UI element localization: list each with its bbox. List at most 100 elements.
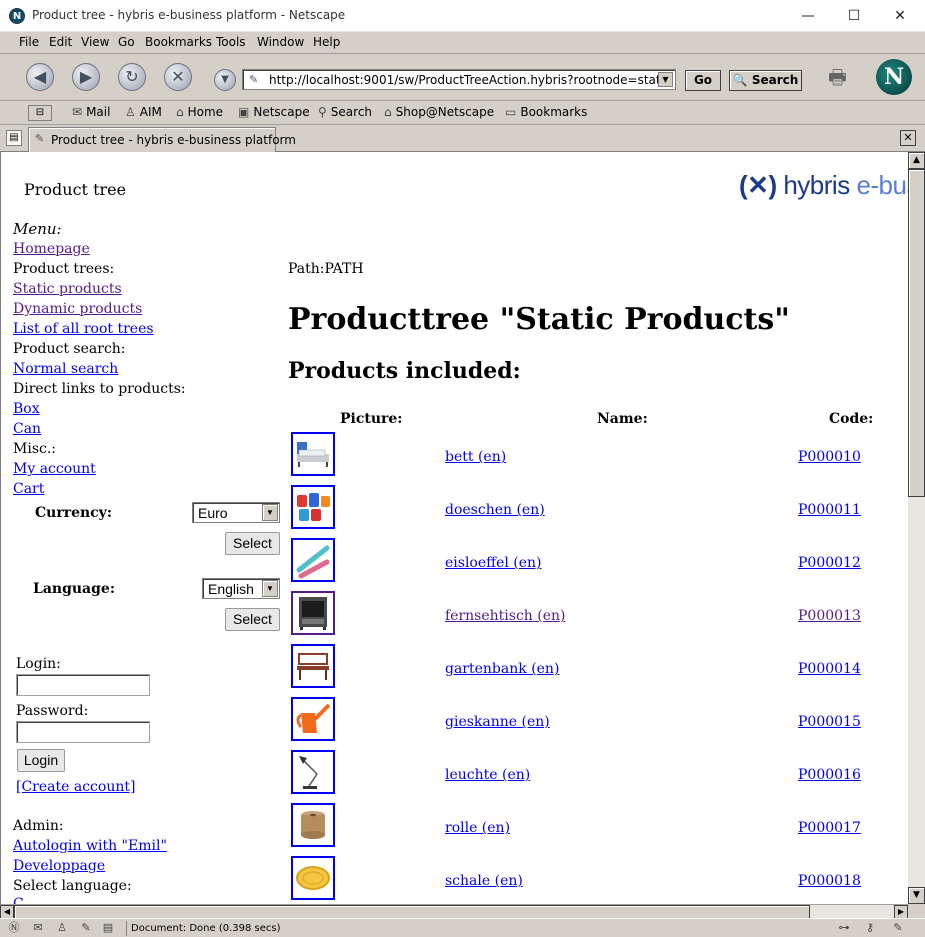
product-name-link[interactable]: gartenbank (en) (445, 661, 559, 677)
link-box[interactable]: Box (13, 401, 40, 417)
stop-icon[interactable]: ✕ (164, 63, 192, 91)
home-tab-grip-icon[interactable]: ⊟ (28, 105, 52, 121)
close-button[interactable]: ✕ (877, 0, 923, 32)
login-button[interactable]: Login (17, 749, 65, 772)
product-thumbnail[interactable] (291, 697, 335, 741)
menu-bookmarks[interactable]: Bookmarks (145, 35, 212, 49)
history-dropdown-icon[interactable]: ▼ (214, 69, 236, 91)
menu-tools[interactable]: Tools (216, 35, 246, 49)
go-button[interactable]: Go (685, 70, 721, 91)
product-code-link[interactable]: P000014 (798, 661, 861, 677)
menu-file[interactable]: File (19, 35, 39, 49)
link-normal-search[interactable]: Normal search (13, 361, 118, 377)
link-create-account[interactable]: [Create account] (16, 779, 135, 795)
product-name-link[interactable]: eisloeffel (en) (445, 555, 542, 571)
link-homepage[interactable]: Homepage (13, 241, 90, 257)
scroll-left-icon[interactable]: ◀ (0, 905, 14, 919)
product-name-link[interactable]: schale (en) (445, 873, 523, 889)
aim-icon[interactable]: ♙ (54, 921, 70, 935)
scroll-down-icon[interactable]: ▼ (908, 887, 925, 904)
product-thumbnail[interactable] (291, 485, 335, 529)
tab-product-tree[interactable]: ✎ Product tree - hybris e-business platf… (28, 127, 296, 152)
link-developpage[interactable]: Developpage (13, 858, 105, 874)
close-tab-icon[interactable]: ✕ (900, 130, 916, 146)
search-button[interactable]: 🔍 Search (729, 70, 802, 91)
menu-go[interactable]: Go (118, 35, 135, 49)
toolbar-home[interactable]: ⌂ Home (176, 105, 223, 119)
netscape-status-icon[interactable]: Ⓝ (6, 921, 22, 935)
product-code-link[interactable]: P000010 (798, 449, 861, 465)
product-thumbnail[interactable] (291, 591, 335, 635)
mail-icon[interactable]: ✉ (30, 921, 46, 935)
address-book-icon[interactable]: ▤ (100, 921, 116, 935)
product-code-link[interactable]: P000013 (798, 608, 861, 624)
scroll-right-icon[interactable]: ▶ (894, 905, 908, 919)
toolbar-mail[interactable]: ✉ Mail (72, 105, 110, 119)
link-cart[interactable]: Cart (13, 481, 44, 497)
password-field[interactable] (16, 721, 150, 743)
minimize-button[interactable]: — (785, 0, 831, 32)
netscape-app-icon[interactable]: N (9, 8, 25, 24)
online-status-icon[interactable]: ⊶ (836, 921, 852, 935)
link-autologin[interactable]: Autologin with "Emil" (13, 838, 167, 854)
reload-icon[interactable]: ↻ (118, 63, 146, 91)
link-can[interactable]: Can (13, 421, 41, 437)
maximize-button[interactable]: ☐ (831, 0, 877, 32)
language-select-button[interactable]: Select (225, 608, 280, 631)
toolbar-bookmarks[interactable]: ▭ Bookmarks (505, 105, 587, 119)
link-list-root-trees[interactable]: List of all root trees (13, 321, 154, 337)
product-name-link[interactable]: gieskanne (en) (445, 714, 550, 730)
currency-select-button[interactable]: Select (225, 532, 280, 555)
menu-edit[interactable]: Edit (49, 35, 72, 49)
product-thumbnail[interactable] (291, 644, 335, 688)
product-code-link[interactable]: P000018 (798, 873, 861, 889)
menu-view[interactable]: View (81, 35, 109, 49)
toolbar-netscape[interactable]: ▣ Netscape (238, 105, 310, 119)
product-name-link[interactable]: fernsehtisch (en) (445, 608, 565, 624)
horizontal-scrollbar[interactable]: ◀ ▶ (0, 904, 908, 919)
new-tab-icon[interactable]: ▤ (6, 130, 22, 146)
menu-window[interactable]: Window (257, 35, 304, 49)
url-dropdown-icon[interactable]: ▼ (658, 72, 673, 87)
vertical-scroll-thumb[interactable] (908, 169, 925, 497)
product-name-link[interactable]: bett (en) (445, 449, 506, 465)
toolbar-shop[interactable]: ⌂ Shop@Netscape (384, 105, 494, 119)
link-dynamic-products[interactable]: Dynamic products (13, 301, 142, 317)
scroll-up-icon[interactable]: ▲ (908, 152, 925, 169)
product-name-link[interactable]: rolle (en) (445, 820, 510, 836)
forward-icon[interactable]: ▶ (72, 63, 100, 91)
product-code-link[interactable]: P000016 (798, 767, 861, 783)
product-code-link[interactable]: P000017 (798, 820, 861, 836)
product-thumbnail[interactable] (291, 803, 335, 847)
product-name-link[interactable]: doeschen (en) (445, 502, 545, 518)
bed-icon (297, 442, 329, 467)
product-thumbnail[interactable] (291, 432, 335, 476)
security-icon[interactable]: ⚷ (862, 921, 878, 935)
composer-icon[interactable]: ✎ (78, 921, 94, 935)
menu-help[interactable]: Help (313, 35, 340, 49)
horizontal-scroll-thumb[interactable] (14, 905, 810, 919)
link-my-account[interactable]: My account (13, 461, 96, 477)
product-code-link[interactable]: P000011 (798, 502, 861, 518)
toolbar-aim[interactable]: ♙ AIM (125, 105, 162, 119)
login-field[interactable] (16, 674, 150, 696)
bookmark-status-icon[interactable]: ✎ (890, 921, 906, 935)
product-name-link[interactable]: leuchte (en) (445, 767, 530, 783)
currency-select[interactable]: Euro ▼ (192, 502, 280, 523)
tins-icon (297, 493, 330, 521)
url-bar[interactable]: ✎ http://localhost:9001/sw/ProductTreeAc… (242, 69, 676, 90)
language-select[interactable]: English ▼ (202, 578, 280, 599)
product-thumbnail[interactable] (291, 856, 335, 900)
vertical-scrollbar[interactable]: ▲ ▼ (908, 152, 925, 904)
link-language-clipped[interactable]: C (13, 896, 24, 904)
product-thumbnail[interactable] (291, 750, 335, 794)
print-icon[interactable]: 🖶 (828, 63, 858, 89)
product-thumbnail[interactable] (291, 538, 335, 582)
desk-lamp-icon (299, 756, 318, 789)
toolbar-search[interactable]: ⚲ Search (318, 105, 372, 119)
product-code-link[interactable]: P000012 (798, 555, 861, 571)
netscape-logo-icon[interactable]: N (876, 59, 912, 95)
link-static-products[interactable]: Static products (13, 281, 122, 297)
back-icon[interactable]: ◀ (26, 63, 54, 91)
product-code-link[interactable]: P000015 (798, 714, 861, 730)
